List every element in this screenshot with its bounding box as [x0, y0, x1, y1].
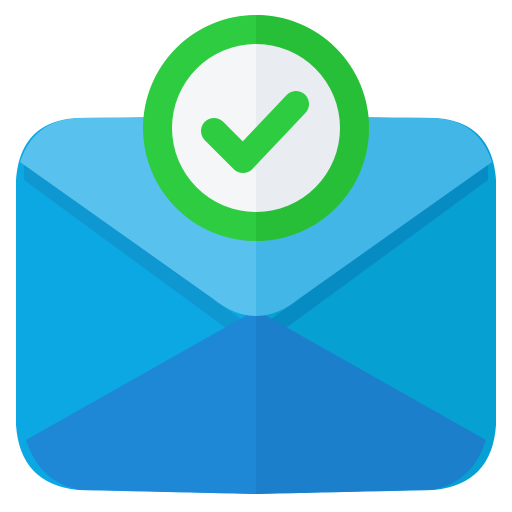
- mail-verified-graphic: [16, 15, 496, 494]
- mail-verified-icon: [0, 0, 512, 512]
- check-badge-icon: [143, 15, 369, 241]
